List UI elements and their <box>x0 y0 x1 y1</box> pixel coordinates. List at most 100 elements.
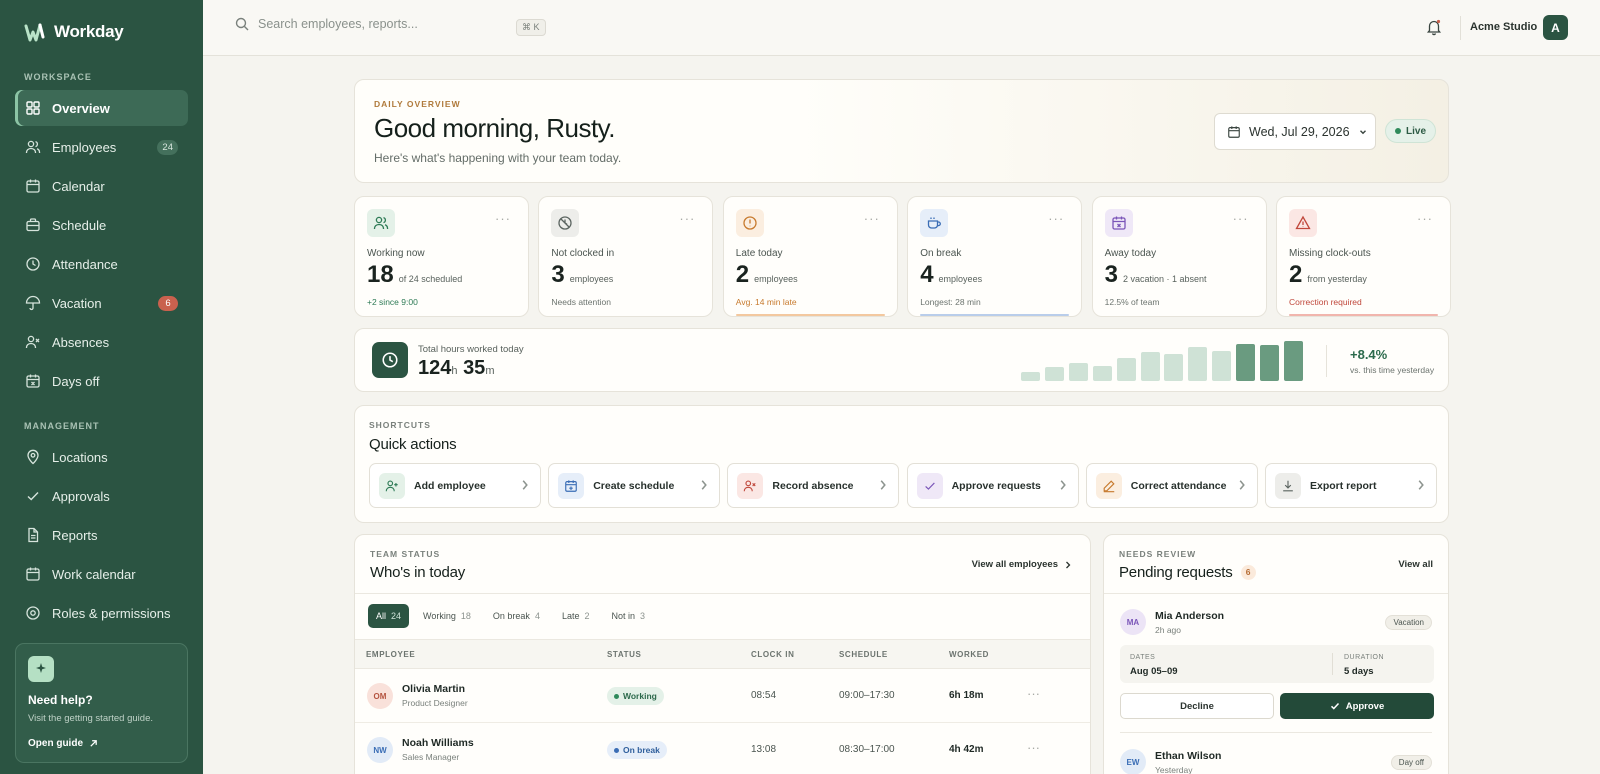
stat-unit: employees <box>938 274 983 284</box>
chevron-right-icon <box>701 480 708 490</box>
stat-card[interactable]: ··· Away today 3 2 vacation · 1 absent 12.5%… <box>1091 196 1267 317</box>
stat-number: 2 <box>1289 261 1303 288</box>
stat-card[interactable]: ··· Late today 2 employees Avg. 14 min late <box>722 196 898 317</box>
export-report-button[interactable]: Export report <box>1265 463 1437 508</box>
avatar: OM <box>367 683 393 709</box>
more-options-icon[interactable]: ··· <box>1417 211 1433 226</box>
sidebar-item-days-off[interactable]: Days off <box>15 363 188 399</box>
sidebar-item-locations[interactable]: Locations <box>15 439 188 475</box>
col-employee: EMPLOYEE <box>366 650 416 659</box>
correct-attendance-button[interactable]: Correct attendance <box>1085 463 1258 508</box>
request-time: 2h ago <box>1155 625 1181 635</box>
filter-tab-on-break[interactable]: On break 4 <box>485 604 548 628</box>
filter-tab-working[interactable]: Working 18 <box>415 604 479 628</box>
alert-triangle-icon <box>1289 209 1317 237</box>
record-absence-button[interactable]: Record absence <box>727 463 900 508</box>
filter-count: 3 <box>640 611 646 621</box>
more-options-icon[interactable]: ··· <box>679 211 695 226</box>
sidebar-item-absences[interactable]: Absences <box>15 324 188 360</box>
stat-unit: of 24 scheduled <box>398 274 463 284</box>
stat-card[interactable]: ··· On break 4 employees Longest: 28 min <box>907 196 1083 317</box>
date-picker-button[interactable]: Wed, Jul 29, 2026 <box>1214 113 1376 150</box>
stat-card[interactable]: ··· Missing clock-outs 2 from yesterday Corr… <box>1276 196 1451 317</box>
sidebar-item-vacation[interactable]: Vacation 6 <box>15 285 188 321</box>
approve-requests-button[interactable]: Approve requests <box>906 463 1079 508</box>
sidebar-item-work-calendar[interactable]: Work calendar <box>15 556 188 592</box>
filter-count: 24 <box>391 611 402 621</box>
org-name[interactable]: Acme Studio <box>1470 21 1537 33</box>
more-options-icon[interactable]: ··· <box>864 211 880 226</box>
search-input[interactable]: Search employees, reports... <box>235 17 418 31</box>
filter-label: Late <box>561 611 580 621</box>
decline-button[interactable]: Decline <box>1120 693 1274 719</box>
search-shortcut: ⌘ K <box>516 19 546 36</box>
sidebar-item-label: Vacation <box>52 295 102 311</box>
approve-button[interactable]: Approve <box>1280 693 1434 719</box>
more-options-icon[interactable]: ··· <box>1027 686 1040 701</box>
hours-bar <box>1092 366 1112 381</box>
sidebar-item-calendar[interactable]: Calendar <box>15 168 188 204</box>
create-schedule-button[interactable]: Create schedule <box>548 463 721 508</box>
search-icon <box>235 17 249 31</box>
chevron-right-icon <box>1418 480 1424 490</box>
calendar-x-icon <box>1104 209 1133 237</box>
more-options-icon[interactable]: ··· <box>1027 740 1040 755</box>
sidebar-item-label: Calendar <box>52 178 105 194</box>
stat-number: 18 <box>367 261 394 288</box>
users-icon <box>25 140 41 154</box>
view-all-requests-link[interactable]: View all <box>1398 559 1433 570</box>
stat-card[interactable]: ··· Working now 18 of 24 scheduled +2 since … <box>354 196 529 317</box>
worked-value: 4h 42m <box>949 744 984 755</box>
quick-action-label: Record absence <box>772 479 854 492</box>
stat-card[interactable]: ··· Not clocked in 3 employees Needs attenti… <box>538 196 714 317</box>
sidebar-item-approvals[interactable]: Approvals <box>15 478 188 514</box>
sidebar-item-overview[interactable]: Overview <box>15 90 188 126</box>
sidebar-item-employees[interactable]: Employees 24 <box>15 129 188 165</box>
view-all-employees-link[interactable]: View all employees <box>972 559 1072 570</box>
live-badge: Live <box>1385 119 1437 143</box>
more-options-icon[interactable]: ··· <box>495 211 511 226</box>
col-status: STATUS <box>607 650 642 659</box>
add-employee-button[interactable]: Add employee <box>369 463 541 508</box>
hours-sparkbars <box>1021 341 1303 381</box>
live-label: Live <box>1406 125 1427 137</box>
stat-value: 2 employees <box>736 261 798 289</box>
dates-value: Aug 05–09 <box>1130 666 1178 677</box>
duration-value: 5 days <box>1344 666 1374 677</box>
filter-label: Not in <box>611 611 636 621</box>
request-name: Ethan Wilson <box>1155 750 1222 762</box>
team-status-card: TEAM STATUS Who's in today View all empl… <box>354 534 1091 774</box>
notifications-button[interactable] <box>1425 18 1443 36</box>
hours-bar <box>1283 341 1303 381</box>
filter-tab-all[interactable]: All 24 <box>368 604 410 628</box>
app-logo[interactable]: Workday <box>24 21 124 43</box>
sidebar-item-reports[interactable]: Reports <box>15 517 188 553</box>
pending-header-divider <box>1104 593 1448 594</box>
user-avatar[interactable]: A <box>1543 15 1568 40</box>
pending-eyebrow: NEEDS REVIEW <box>1119 549 1197 559</box>
col-worked: WORKED <box>949 650 990 659</box>
sidebar-item-roles-permissions[interactable]: Roles & permissions <box>15 595 188 631</box>
table-row[interactable]: OM Olivia Martin Product Designer Working 08… <box>355 669 1090 723</box>
stat-unit: 2 vacation · 1 absent <box>1122 274 1207 284</box>
sidebar-item-schedule[interactable]: Schedule <box>15 207 188 243</box>
sidebar-item-attendance[interactable]: Attendance <box>15 246 188 282</box>
stat-footnote: Correction required <box>1289 297 1362 307</box>
more-options-icon[interactable]: ··· <box>1233 211 1249 226</box>
stat-accent-bar <box>735 314 885 316</box>
sidebar-item-label: Locations <box>52 449 108 465</box>
more-options-icon[interactable]: ··· <box>1048 211 1064 226</box>
live-dot-icon <box>1395 128 1401 134</box>
filter-tab-not-in[interactable]: Not in 3 <box>604 604 654 628</box>
filter-tab-late[interactable]: Late 2 <box>554 604 598 628</box>
employee-name: Noah Williams <box>402 737 474 749</box>
duration-label: DURATION <box>1344 654 1385 661</box>
table-row[interactable]: NW Noah Williams Sales Manager On break 13:0… <box>355 723 1090 774</box>
app-name: Workday <box>54 22 124 41</box>
open-guide-link[interactable]: Open guide <box>28 738 175 749</box>
check-icon <box>916 472 943 499</box>
stat-accent-bar <box>1289 314 1438 316</box>
chevron-right-icon <box>1239 480 1245 490</box>
stat-number: 3 <box>551 261 565 288</box>
topbar-divider <box>1460 16 1461 40</box>
